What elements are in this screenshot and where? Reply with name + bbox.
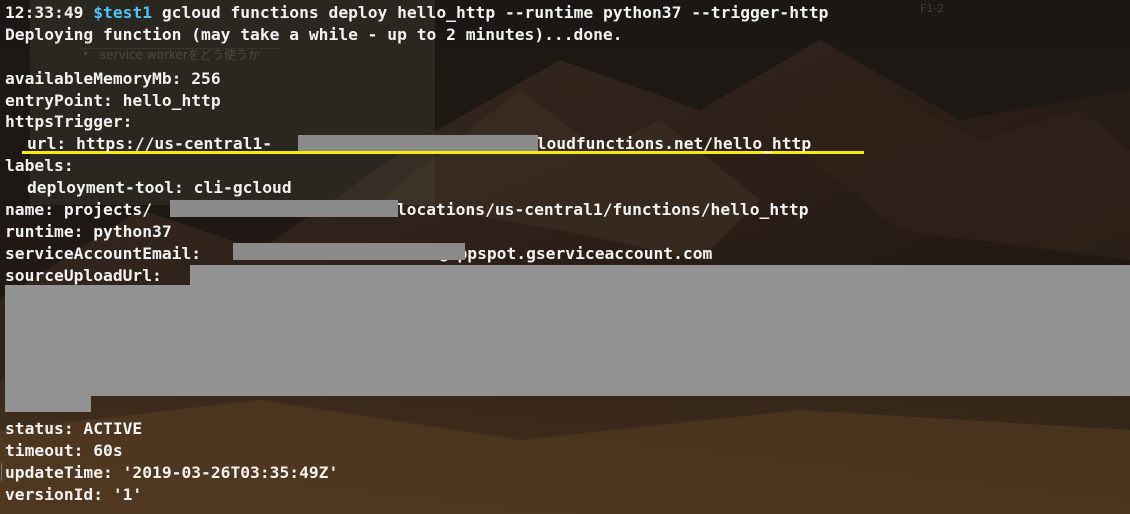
labels-line: labels: [5, 156, 74, 176]
partial-line-redaction [5, 396, 91, 412]
status-line: status: ACTIVE [5, 418, 143, 438]
service-account-prefix: serviceAccountEmail: [5, 243, 202, 263]
https-trigger-line: httpsTrigger: [5, 112, 133, 132]
deployment-tool-line: deployment-tool: cli-gcloud [27, 178, 292, 198]
service-account-redaction [233, 243, 465, 260]
url-redaction [298, 135, 538, 151]
timeout-line: timeout: 60s [5, 440, 123, 460]
block-redaction [5, 285, 1130, 396]
background-tab-text: F1-2 [920, 2, 945, 15]
deploy-status-line: Deploying function (may take a while - u… [5, 24, 623, 44]
prompt-line: 12:33:49 $test1 gcloud functions deploy … [5, 2, 828, 24]
url-suffix: .cloudfunctions.net/hello_http [517, 134, 812, 154]
prompt-user: $test1 [93, 3, 153, 22]
service-account-suffix: @appspot.gserviceaccount.com [437, 243, 713, 263]
name-prefix: name: projects/ [5, 200, 153, 220]
entry-point-line: entryPoint: hello_http [5, 90, 221, 110]
update-time-line: updateTime: '2019-03-26T03:35:49Z' [5, 462, 339, 482]
name-suffix: /locations/us-central1/functions/hello_h… [387, 200, 809, 220]
prompt-time: 12:33:49 [5, 3, 84, 22]
prompt-command: gcloud functions deploy hello_http --run… [161, 3, 829, 22]
version-id-line: versionId: '1' [5, 484, 143, 504]
selection-bracket-icon [1, 463, 4, 481]
source-url-redaction [190, 265, 1130, 285]
url-prefix: url: https://us-central1- [27, 134, 273, 154]
name-line: name: projects/ /locations/us-central1/fu… [5, 199, 828, 221]
project-redaction [170, 200, 398, 217]
redacted-line-6 [5, 396, 828, 418]
runtime-line: runtime: python37 [5, 221, 172, 241]
available-memory-line: availableMemoryMb: 256 [5, 68, 221, 88]
